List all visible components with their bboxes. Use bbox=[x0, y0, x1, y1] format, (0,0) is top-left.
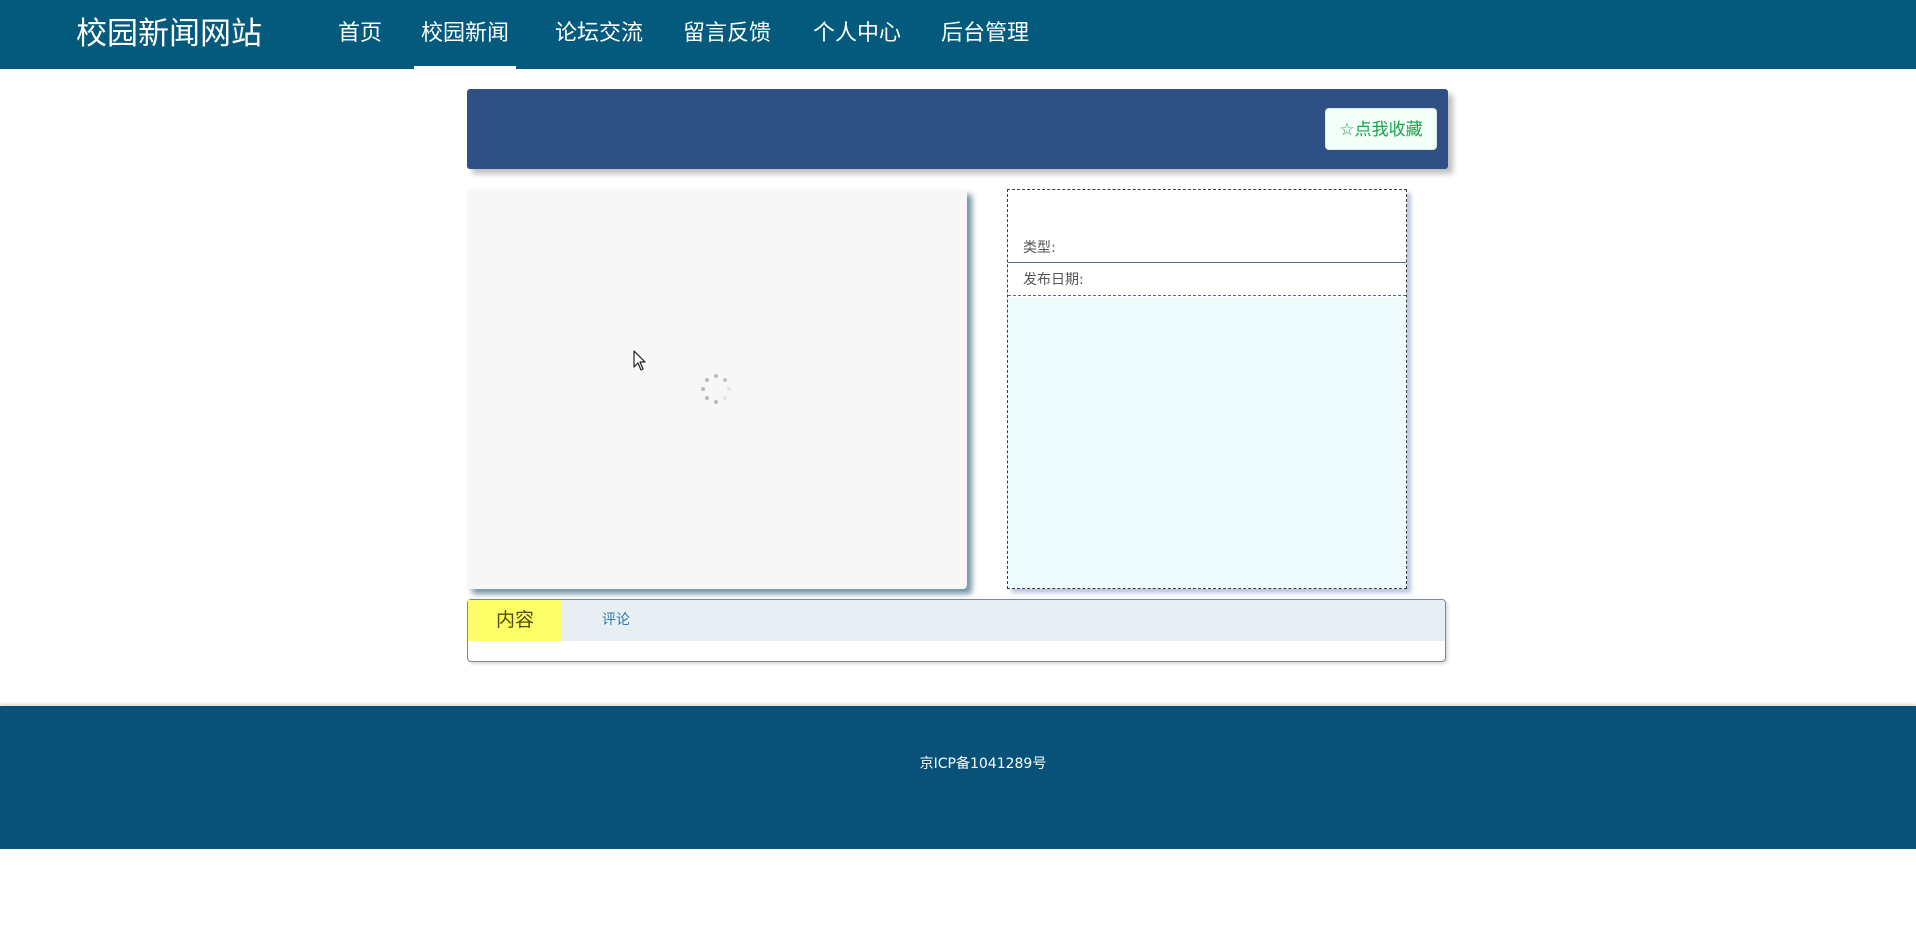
tab-comments[interactable]: 评论 bbox=[586, 600, 646, 641]
detail-tabs: 内容 评论 bbox=[467, 599, 1446, 662]
news-info-body bbox=[1008, 297, 1406, 588]
nav-item-forum[interactable]: 论坛交流 bbox=[552, 0, 646, 69]
nav-item-home[interactable]: 首页 bbox=[336, 0, 384, 69]
top-nav-bar: 校园新闻网站 首页 校园新闻 论坛交流 留言反馈 个人中心 后台管理 bbox=[0, 0, 1916, 69]
favorite-button[interactable]: ☆点我收藏 bbox=[1325, 108, 1437, 150]
nav-item-feedback[interactable]: 留言反馈 bbox=[680, 0, 774, 69]
news-info-panel: 类型: 发布日期: bbox=[1007, 189, 1407, 589]
tab-strip: 内容 评论 bbox=[468, 600, 1445, 641]
footer-icp-text: 京ICP备1041289号 bbox=[919, 756, 1047, 772]
footer bbox=[0, 706, 1916, 849]
news-type-label: 类型: bbox=[1008, 232, 1406, 263]
news-date-label: 发布日期: bbox=[1008, 264, 1406, 296]
nav-item-admin[interactable]: 后台管理 bbox=[938, 0, 1032, 69]
nav-item-profile[interactable]: 个人中心 bbox=[810, 0, 904, 69]
site-title[interactable]: 校园新闻网站 bbox=[76, 14, 262, 54]
news-title-banner bbox=[467, 89, 1448, 169]
tab-content[interactable]: 内容 bbox=[468, 600, 562, 641]
loading-spinner-icon bbox=[701, 374, 731, 404]
nav-item-campus-news[interactable]: 校园新闻 bbox=[414, 0, 516, 69]
mouse-cursor-icon bbox=[633, 350, 646, 371]
